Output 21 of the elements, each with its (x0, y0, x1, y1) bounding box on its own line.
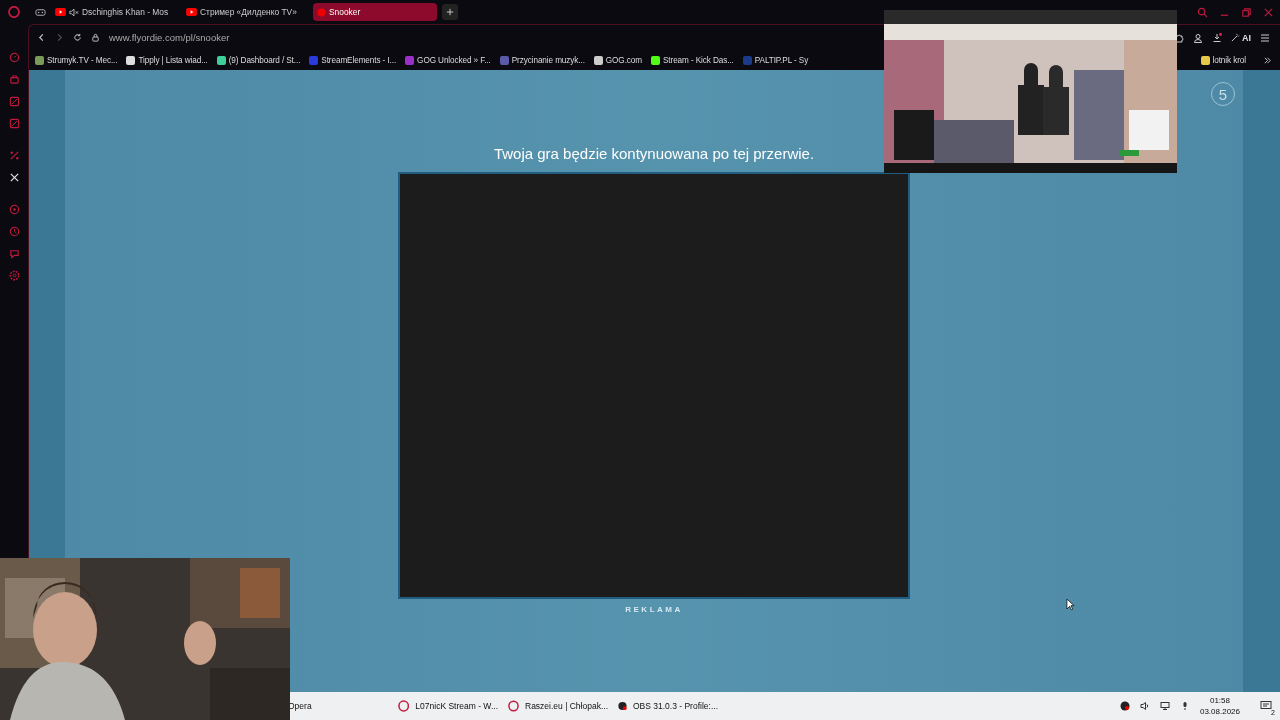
ai-button[interactable]: AI (1231, 32, 1251, 43)
taskbar-item[interactable]: L07nicK Stream - W... (398, 696, 498, 716)
browser-tab[interactable]: Dschinghis Khan - Mos (51, 3, 177, 21)
browser-tab[interactable]: Стример «Дилденко TV» (182, 3, 308, 21)
bookmark[interactable]: GOG Unlocked » F... (405, 55, 491, 65)
clock[interactable]: 01:58 03.08.2026 (1199, 695, 1240, 717)
bookmark[interactable]: StreamElements - I... (309, 55, 397, 65)
address-field[interactable]: www.flyordie.com/pl/snooker (109, 32, 230, 43)
bookmark[interactable]: lotnik krol (1200, 55, 1246, 65)
bookmark[interactable]: GOG.com (593, 55, 642, 65)
taskbar-item[interactable]: OBS 31.0.3 - Profile:... (618, 696, 718, 716)
taskbar-item[interactable]: Raszei.eu | Chłopak... (508, 696, 608, 716)
bookmark[interactable]: Stream - Kick Das... (651, 55, 734, 65)
browser-tab[interactable]: Snooker (313, 3, 437, 21)
ad-label: REKLAMA (625, 605, 683, 614)
bookmark[interactable]: PALTIP.PL - Sy (742, 55, 809, 65)
bookmark[interactable]: Tipply | Lista wiad... (126, 55, 208, 65)
break-message: Twoja gra będzie kontynuowana po tej przerwie. (493, 145, 815, 162)
bookmark[interactable]: Strumyk.TV - Mec... (35, 55, 118, 65)
bookmark[interactable]: Przycinanie muzyk... (499, 55, 585, 65)
bookmark[interactable]: (9) Dashboard / St... (216, 55, 301, 65)
